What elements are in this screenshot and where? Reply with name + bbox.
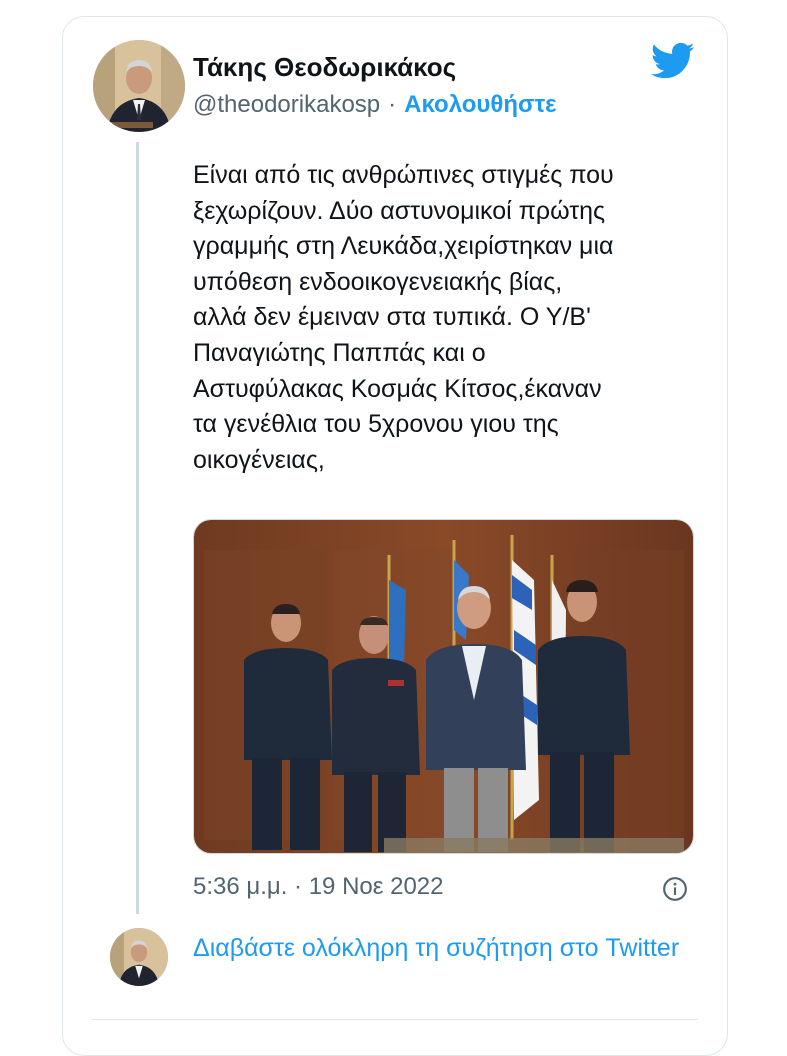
read-conversation-link[interactable]: Διαβάστε ολόκληρη τη συζήτηση στο Twitte…: [193, 930, 703, 966]
tweet-photo[interactable]: [193, 519, 694, 854]
thread-line: [136, 142, 139, 914]
author-avatar-small[interactable]: [110, 928, 168, 986]
tweet-text-line: Αστυφύλακας Κοσμάς Κίτσος,έκαναν: [193, 374, 602, 403]
info-icon[interactable]: [662, 876, 688, 902]
follow-button[interactable]: Ακολουθήστε: [404, 91, 556, 118]
divider: [92, 1019, 698, 1020]
tweet-text-line: γραμμής στη Λευκάδα,χειρίστηκαν μια: [193, 232, 614, 261]
tweet-text-line: Είναι από τις ανθρώπινες στιγμές που: [193, 161, 614, 189]
avatar-image: [110, 928, 168, 986]
tweet-text-line: Παναγιώτης Παππάς και ο: [193, 338, 486, 367]
dot-separator: ·: [388, 91, 397, 118]
photo-image: [194, 520, 693, 853]
tweet-text-line: ξεχωρίζουν. Δύο αστυνομικοί πρώτης: [193, 196, 606, 225]
twitter-bird-icon[interactable]: [651, 42, 695, 80]
author-name[interactable]: Τάκης Θεοδωρικάκος: [193, 52, 456, 83]
handle-row: @theodorikakosp · Ακολουθήστε: [193, 91, 557, 119]
author-handle[interactable]: @theodorikakosp: [193, 91, 380, 118]
tweet-text-line: υπόθεση ενδοοικογενειακής βίας,: [193, 267, 563, 296]
tweet-text-line: αλλά δεν έμειναν στα τυπικά. Ο Υ/Β': [193, 303, 591, 332]
tweet-text-line: οικογένειας,: [193, 445, 325, 474]
tweet-text: Είναι από τις ανθρώπινες στιγμές που ξεχ…: [193, 158, 703, 478]
tweet-text-line: τα γενέθλια του 5χρονου γιου της: [193, 410, 559, 439]
avatar-image: [93, 40, 185, 132]
author-avatar[interactable]: [93, 40, 185, 132]
tweet-timestamp[interactable]: 5:36 μ.μ. · 19 Νοε 2022: [193, 873, 444, 901]
